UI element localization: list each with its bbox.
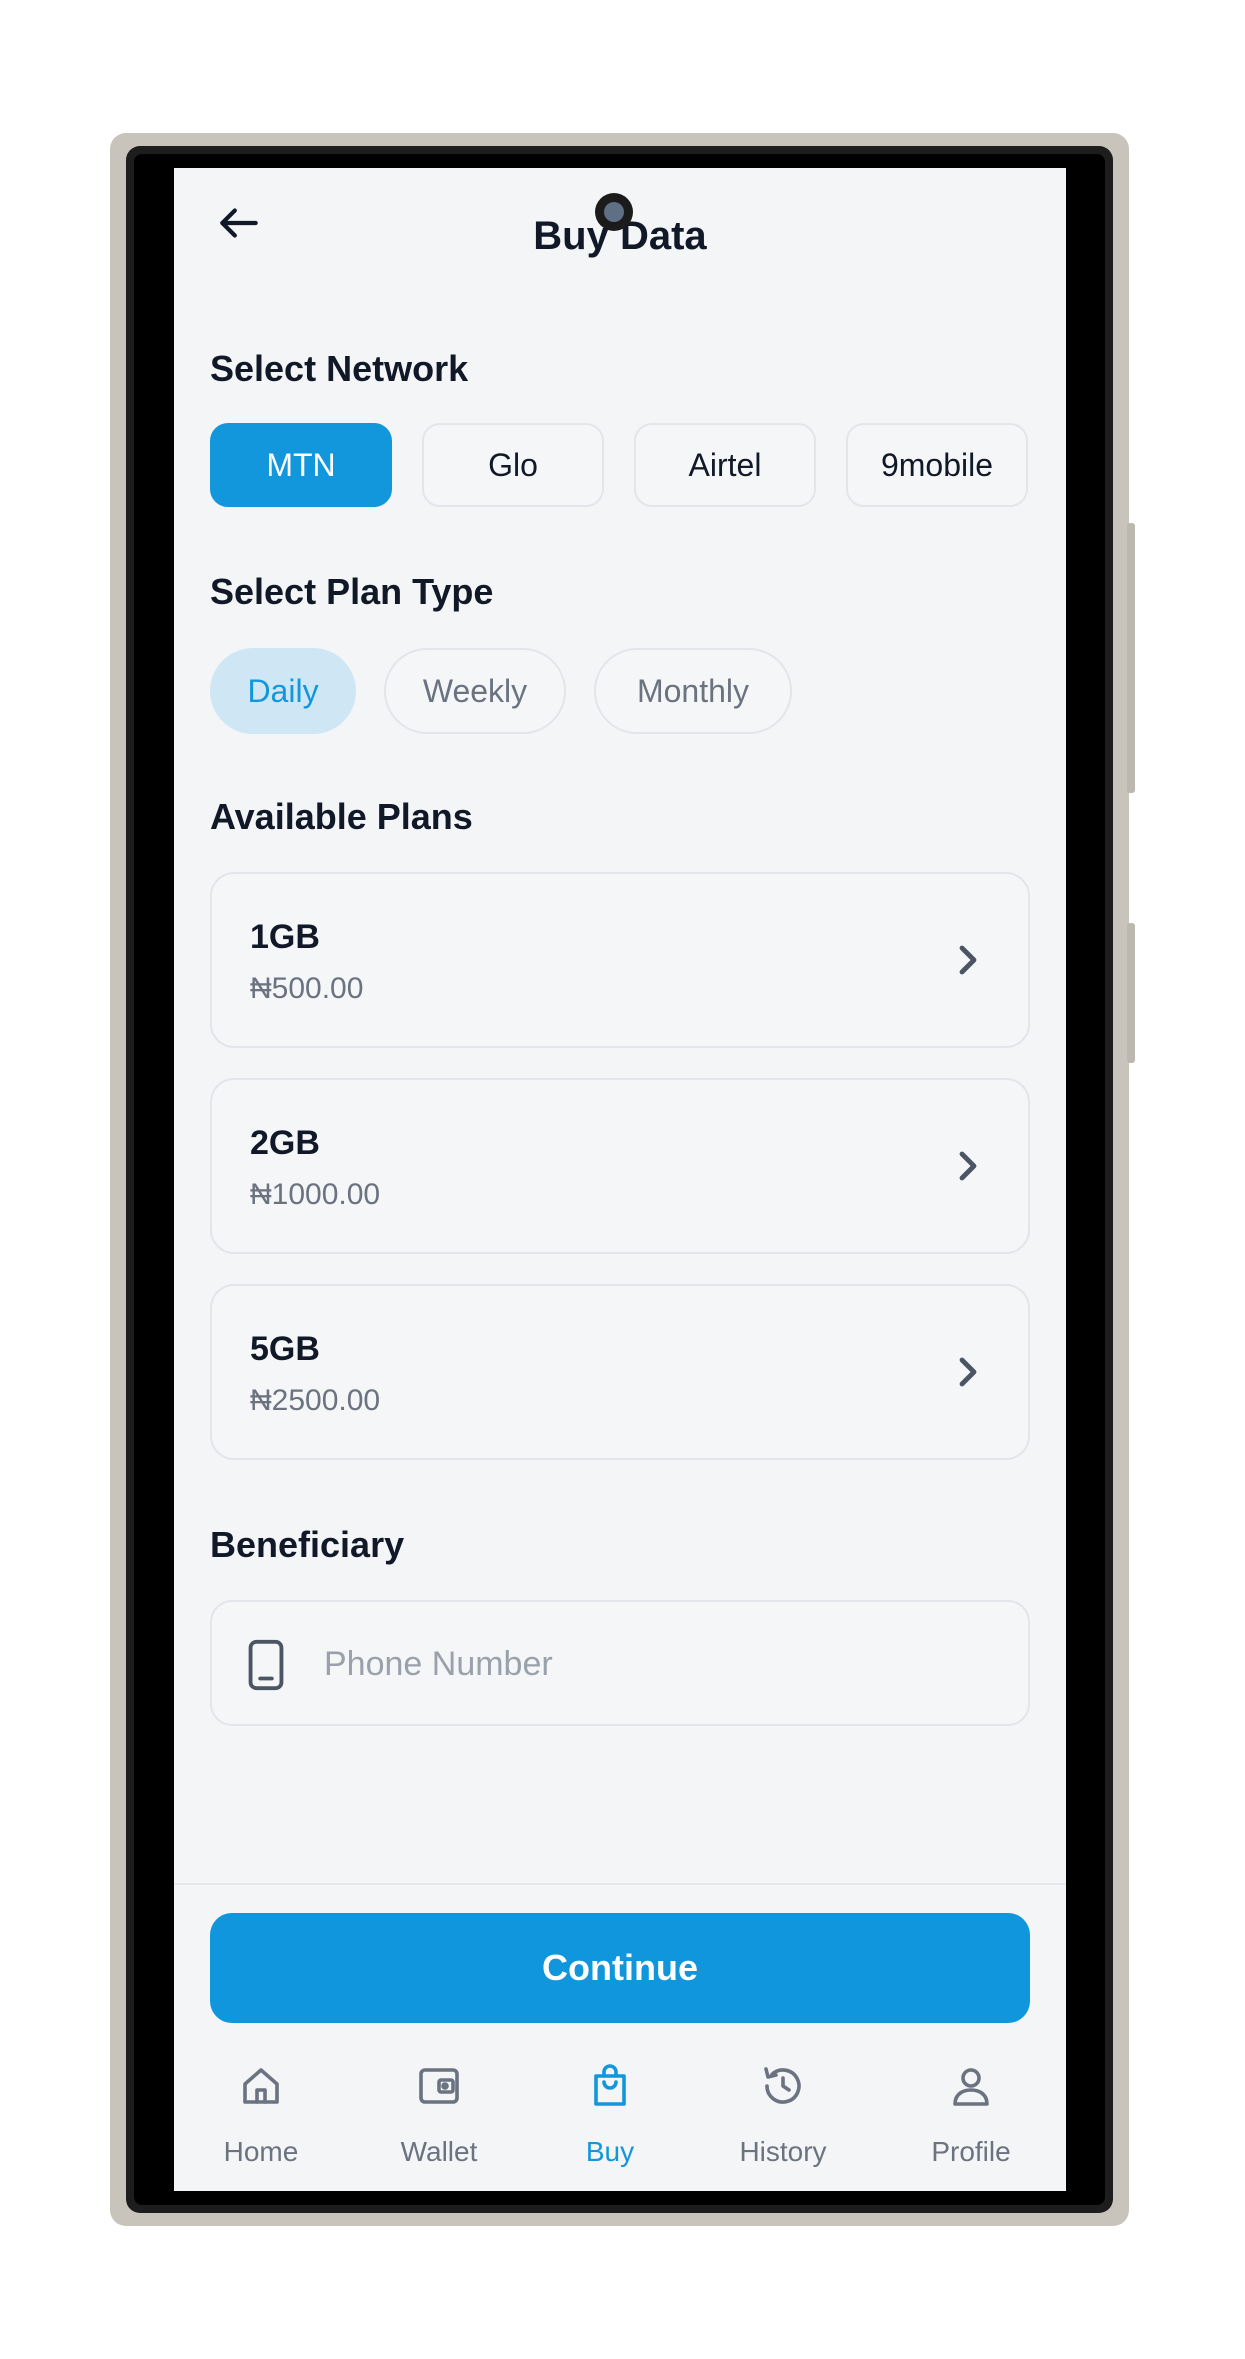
continue-button[interactable]: Continue: [210, 1913, 1030, 2023]
power-button: [1127, 923, 1135, 1063]
nav-item-profile[interactable]: Profile: [896, 2038, 1046, 2178]
available-plans-title: Available Plans: [210, 796, 473, 837]
plan-type-daily[interactable]: Daily: [210, 648, 356, 734]
front-camera: [595, 193, 633, 231]
history-icon: [764, 2067, 801, 2104]
plan-size: 5GB: [250, 1330, 320, 1368]
nav-label: History: [739, 2136, 827, 2167]
plan-card[interactable]: 1GB ₦500.00: [210, 872, 1030, 1048]
network-option-glo[interactable]: Glo: [422, 423, 604, 507]
footer-divider: [174, 1883, 1066, 1885]
shopping-bag-icon: [594, 2064, 626, 2106]
volume-button: [1127, 523, 1135, 793]
nav-label: Buy: [585, 2136, 635, 2167]
plan-card[interactable]: 5GB ₦2500.00: [210, 1284, 1030, 1460]
nav-label: Home: [223, 2136, 299, 2167]
network-selector: MTN Glo Airtel 9mobile: [210, 423, 1030, 511]
nav-item-home[interactable]: Home: [186, 2038, 336, 2178]
phone-number-field[interactable]: [210, 1600, 1030, 1726]
bottom-navigation: Home Wallet Buy History Profile: [174, 2038, 1066, 2191]
plan-price: ₦2500.00: [250, 1384, 381, 1417]
user-icon: [953, 2068, 989, 2106]
chevron-right-icon: [959, 1357, 977, 1387]
smartphone-icon: [248, 1639, 284, 1691]
nav-item-buy[interactable]: Buy: [535, 2038, 685, 2178]
network-option-airtel[interactable]: Airtel: [634, 423, 816, 507]
nav-label: Profile: [931, 2136, 1011, 2167]
plan-type-weekly[interactable]: Weekly: [384, 648, 566, 734]
app-screen: Buy Data Select Network MTN Glo Airtel 9…: [174, 168, 1066, 2191]
nav-label: Wallet: [400, 2136, 478, 2167]
network-option-9mobile[interactable]: 9mobile: [846, 423, 1028, 507]
wallet-icon: [419, 2068, 459, 2104]
plan-size: 2GB: [250, 1124, 320, 1162]
phone-number-input[interactable]: [322, 1602, 1006, 1726]
plan-type-selector: Daily Weekly Monthly: [210, 648, 1030, 736]
select-plan-type-title: Select Plan Type: [210, 571, 494, 612]
select-network-title: Select Network: [210, 348, 469, 389]
beneficiary-title: Beneficiary: [210, 1524, 405, 1565]
network-option-mtn[interactable]: MTN: [210, 423, 392, 507]
nav-item-wallet[interactable]: Wallet: [364, 2038, 514, 2178]
plan-price: ₦1000.00: [250, 1178, 381, 1211]
plan-type-monthly[interactable]: Monthly: [594, 648, 792, 734]
nav-item-history[interactable]: History: [708, 2038, 858, 2178]
header: Buy Data: [174, 168, 1066, 308]
plan-price: ₦500.00: [250, 972, 364, 1005]
chevron-right-icon: [959, 945, 977, 975]
home-icon: [243, 2068, 279, 2104]
chevron-right-icon: [959, 1151, 977, 1181]
plan-card[interactable]: 2GB ₦1000.00: [210, 1078, 1030, 1254]
plan-size: 1GB: [250, 918, 320, 956]
